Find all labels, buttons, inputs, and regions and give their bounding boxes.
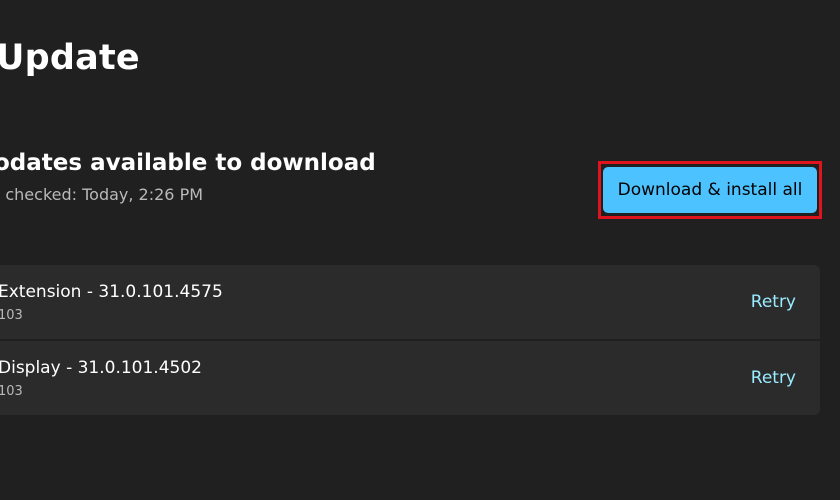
update-subtitle: 103 bbox=[0, 308, 23, 323]
retry-link[interactable]: Retry bbox=[751, 292, 796, 312]
windows-update-page: Update odates available to download t ch… bbox=[0, 0, 840, 500]
last-checked-text: t checked: Today, 2:26 PM bbox=[0, 185, 204, 204]
update-row: Extension - 31.0.101.4575 103 Retry bbox=[0, 265, 820, 339]
page-title: Update bbox=[0, 38, 140, 78]
updates-list: Extension - 31.0.101.4575 103 Retry Disp… bbox=[0, 265, 820, 415]
update-row: Display - 31.0.101.4502 103 Retry bbox=[0, 341, 820, 415]
download-install-all-button[interactable]: Download & install all bbox=[603, 167, 817, 213]
update-title: Display - 31.0.101.4502 bbox=[0, 358, 202, 378]
retry-link[interactable]: Retry bbox=[751, 368, 796, 388]
update-subtitle: 103 bbox=[0, 384, 23, 399]
update-status-heading: odates available to download bbox=[0, 150, 376, 176]
update-title: Extension - 31.0.101.4575 bbox=[0, 282, 223, 302]
